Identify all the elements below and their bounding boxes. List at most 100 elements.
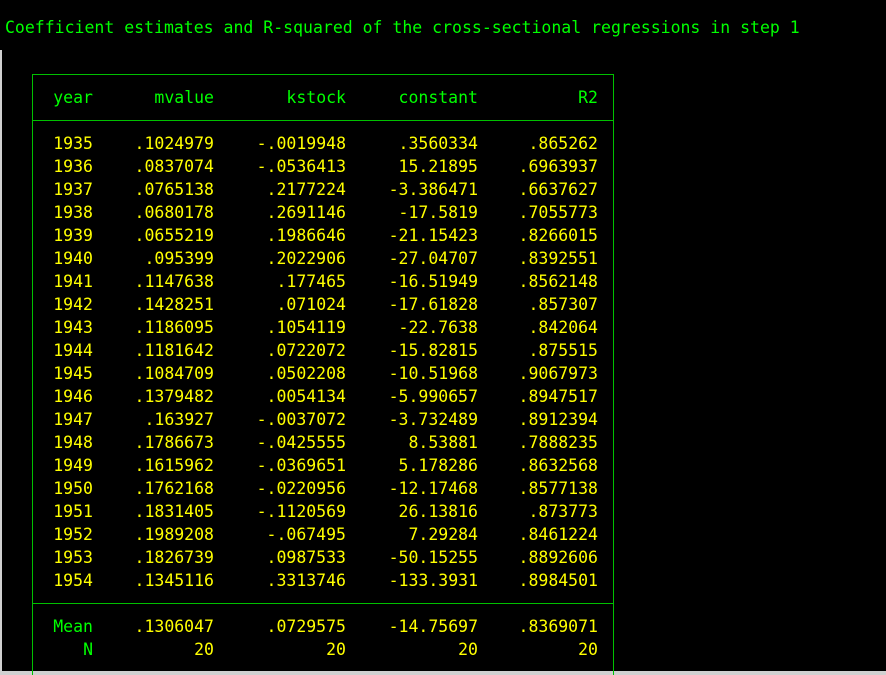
mvalue-cell: .1615962 <box>134 456 214 475</box>
table-row: 1937 .0765138 .2177224 -3.386471 .6637627 <box>32 178 614 201</box>
table-row: 1945 .1084709 .0502208 -10.51968 .9067973 <box>32 362 614 385</box>
table-row: 1944 .1181642 .0722072 -15.82815 .875515 <box>32 339 614 362</box>
constant-cell: -5.990657 <box>388 387 478 406</box>
kstock-cell: -.1120569 <box>256 502 346 521</box>
kstock-cell: -.0369651 <box>256 456 346 475</box>
mvalue-cell: .1345116 <box>134 571 214 590</box>
table-row: 1953 .1826739 .0987533 -50.15255 .8892606 <box>32 546 614 569</box>
table-row: 1947 .163927 -.0037072 -3.732489 .8912394 <box>32 408 614 431</box>
kstock-cell: .0054134 <box>266 387 346 406</box>
year-cell: 1943 <box>53 318 93 337</box>
table-row: 1942 .1428251 .071024 -17.61828 .857307 <box>32 293 614 316</box>
constant-cell: -12.17468 <box>388 479 478 498</box>
kstock-cell: .2691146 <box>266 203 346 222</box>
constant-cell: 26.13816 <box>398 502 478 521</box>
table-header-row: year mvalue kstock constant R2 <box>32 86 614 109</box>
constant-cell: -15.82815 <box>388 341 478 360</box>
summary-row-mean: Mean .1306047 .0729575 -14.75697 .836907… <box>32 615 614 638</box>
kstock-cell: .1986646 <box>266 226 346 245</box>
constant-cell: -22.7638 <box>398 318 478 337</box>
year-cell: 1949 <box>53 456 93 475</box>
mvalue-cell: .1831405 <box>134 502 214 521</box>
constant-cell: .3560334 <box>398 134 478 153</box>
mvalue-cell: .1428251 <box>134 295 214 314</box>
year-cell: 1951 <box>53 502 93 521</box>
summary-cell: -14.75697 <box>388 617 478 636</box>
table-row: 1936 .0837074 -.0536413 15.21895 .6963937 <box>32 155 614 178</box>
year-cell: 1937 <box>53 180 93 199</box>
kstock-cell: -.0536413 <box>256 157 346 176</box>
constant-cell: -50.15255 <box>388 548 478 567</box>
constant-cell: -17.61828 <box>388 295 478 314</box>
year-cell: 1944 <box>53 341 93 360</box>
summary-cell: .1306047 <box>134 617 214 636</box>
r2-cell: .7055773 <box>518 203 598 222</box>
r2-cell: .857307 <box>528 295 598 314</box>
constant-cell: -10.51968 <box>388 364 478 383</box>
kstock-cell: .177465 <box>276 272 346 291</box>
mvalue-cell: .1181642 <box>134 341 214 360</box>
table-row: 1940 .095399 .2022906 -27.04707 .8392551 <box>32 247 614 270</box>
table-row: 1948 .1786673 -.0425555 8.53881 .7888235 <box>32 431 614 454</box>
constant-cell: 8.53881 <box>408 433 478 452</box>
year-cell: 1953 <box>53 548 93 567</box>
mvalue-cell: .163927 <box>144 410 214 429</box>
mvalue-cell: .1762168 <box>134 479 214 498</box>
r2-cell: .8577138 <box>518 479 598 498</box>
year-cell: 1948 <box>53 433 93 452</box>
r2-cell: .8392551 <box>518 249 598 268</box>
mvalue-cell: .0765138 <box>134 180 214 199</box>
year-cell: 1947 <box>53 410 93 429</box>
year-cell: 1939 <box>53 226 93 245</box>
kstock-cell: .2177224 <box>266 180 346 199</box>
summary-cell: 20 <box>326 640 346 659</box>
constant-cell: 5.178286 <box>398 456 478 475</box>
year-cell: 1945 <box>53 364 93 383</box>
r2-cell: .8947517 <box>518 387 598 406</box>
r2-cell: .8461224 <box>518 525 598 544</box>
constant-cell: -3.732489 <box>388 410 478 429</box>
year-cell: 1954 <box>53 571 93 590</box>
table-row: 1951 .1831405 -.1120569 26.13816 .873773 <box>32 500 614 523</box>
table-row: 1941 .1147638 .177465 -16.51949 .8562148 <box>32 270 614 293</box>
mvalue-cell: .0680178 <box>134 203 214 222</box>
summary-label: N <box>83 640 93 659</box>
kstock-cell: .2022906 <box>266 249 346 268</box>
header-constant: constant <box>398 88 478 107</box>
summary-cell: .8369071 <box>518 617 598 636</box>
constant-cell: -27.04707 <box>388 249 478 268</box>
mvalue-cell: .1147638 <box>134 272 214 291</box>
year-cell: 1936 <box>53 157 93 176</box>
mvalue-cell: .1084709 <box>134 364 214 383</box>
constant-cell: -16.51949 <box>388 272 478 291</box>
year-cell: 1935 <box>53 134 93 153</box>
kstock-cell: -.0037072 <box>256 410 346 429</box>
r2-cell: .9067973 <box>518 364 598 383</box>
mvalue-cell: .0655219 <box>134 226 214 245</box>
table-row: 1954 .1345116 .3313746 -133.3931 .8984501 <box>32 569 614 592</box>
kstock-cell: -.0425555 <box>256 433 346 452</box>
header-divider <box>32 120 614 121</box>
window-left-edge <box>0 50 2 675</box>
table-row: 1946 .1379482 .0054134 -5.990657 .8947517 <box>32 385 614 408</box>
mvalue-cell: .0837074 <box>134 157 214 176</box>
constant-cell: 15.21895 <box>398 157 478 176</box>
mvalue-cell: .095399 <box>144 249 214 268</box>
kstock-cell: .071024 <box>276 295 346 314</box>
year-cell: 1946 <box>53 387 93 406</box>
summary-divider <box>32 603 614 604</box>
table-row: 1935 .1024979 -.0019948 .3560334 .865262 <box>32 132 614 155</box>
mvalue-cell: .1024979 <box>134 134 214 153</box>
kstock-cell: .0722072 <box>266 341 346 360</box>
kstock-cell: .1054119 <box>266 318 346 337</box>
kstock-cell: -.0019948 <box>256 134 346 153</box>
summary-row-n: N 20 20 20 20 <box>32 638 614 661</box>
r2-cell: .875515 <box>528 341 598 360</box>
year-cell: 1950 <box>53 479 93 498</box>
summary-cell: .0729575 <box>266 617 346 636</box>
mvalue-cell: .1786673 <box>134 433 214 452</box>
mvalue-cell: .1989208 <box>134 525 214 544</box>
output-title: Coefficient estimates and R-squared of t… <box>5 18 800 37</box>
kstock-cell: .3313746 <box>266 571 346 590</box>
summary-cell: 20 <box>578 640 598 659</box>
